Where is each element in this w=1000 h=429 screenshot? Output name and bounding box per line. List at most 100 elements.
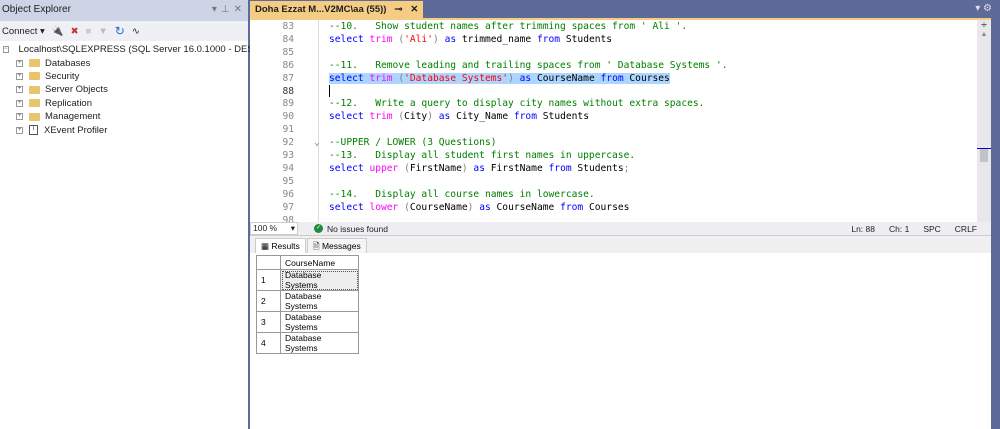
activity-monitor-icon[interactable]: ∿	[132, 26, 140, 37]
table-row[interactable]: 3Database Systems	[257, 312, 359, 333]
expand-icon[interactable]: +	[16, 73, 23, 80]
scroll-thumb[interactable]	[980, 148, 988, 162]
results-pane: ▦ Results 🗎 Messages CourseName 1Databas…	[250, 235, 991, 429]
row-number[interactable]: 1	[257, 270, 281, 291]
table-row[interactable]: 2Database Systems	[257, 291, 359, 312]
code-token: ;	[624, 163, 630, 174]
expand-icon[interactable]: +	[16, 60, 23, 67]
line-number: 84	[268, 34, 294, 45]
tree-node-server[interactable]: − Localhost\SQLEXPRESS (SQL Server 16.0.…	[0, 43, 248, 56]
results-grid[interactable]: CourseName 1Database Systems2Database Sy…	[256, 255, 359, 354]
split-icon[interactable]: ÷	[977, 20, 991, 31]
line-number: 86	[268, 60, 294, 71]
line-number: 93	[268, 150, 294, 161]
tree-node[interactable]: +ǀXEvent Profiler	[0, 123, 248, 136]
code-line: 83--10. Show student names after trimmin…	[250, 21, 980, 34]
row-number[interactable]: 2	[257, 291, 281, 312]
code-token: --UPPER / LOWER (3 Questions)	[329, 137, 497, 148]
tree-node[interactable]: +Management	[0, 110, 248, 123]
code-token: 'Ali'	[404, 34, 433, 45]
refresh-icon[interactable]: ↻	[115, 24, 125, 38]
scroll-up-arrow[interactable]: ▲	[977, 31, 991, 38]
code-token: --10. Show student names after trimming …	[329, 21, 687, 32]
disconnect-icon[interactable]: ✖	[71, 26, 79, 37]
code-text: --13. Display all student first names in…	[329, 150, 635, 161]
cell-coursename[interactable]: Database Systems	[281, 312, 359, 333]
document-tab-bar: Doha Ezzat M...V2MC\aa (55)) ⊸ ✕ ▾ ⚙	[250, 0, 1000, 18]
line-number: 92	[268, 137, 294, 148]
code-token: Courses	[629, 73, 669, 84]
tab-messages[interactable]: 🗎 Messages	[307, 238, 367, 253]
whitespace-mode: SPC	[923, 224, 940, 234]
folder-icon	[29, 113, 40, 121]
code-token: trimmed_name	[462, 34, 537, 45]
issues-status[interactable]: No issues found	[327, 224, 388, 234]
table-row[interactable]: 1Database Systems	[257, 270, 359, 291]
code-token: from	[514, 111, 543, 122]
code-token: )	[508, 73, 520, 84]
code-token: select	[329, 34, 369, 45]
object-explorer: Object Explorer ▾⊥✕ Connect ▾ 🔌 ✖ ■ ▼ ↻ …	[0, 0, 248, 429]
code-line: 92 ⌄ --UPPER / LOWER (3 Questions)	[250, 137, 980, 150]
results-tabs: ▦ Results 🗎 Messages	[250, 236, 991, 253]
expand-icon[interactable]: +	[16, 100, 23, 107]
code-text: select trim ('Database Systems') as Cour…	[329, 73, 670, 84]
line-number: 88	[268, 86, 294, 97]
code-token: Students	[577, 163, 623, 174]
panel-controls[interactable]: ▾⊥✕	[212, 4, 246, 17]
tab-results[interactable]: ▦ Results	[255, 238, 306, 253]
object-explorer-title-bar: Object Explorer ▾⊥✕	[0, 0, 248, 21]
close-tab-icon[interactable]: ✕	[410, 4, 418, 15]
expand-icon[interactable]: +	[16, 127, 23, 134]
code-token: CourseName	[410, 202, 468, 213]
query-tab[interactable]: Doha Ezzat M...V2MC\aa (55)) ⊸ ✕	[250, 1, 423, 18]
code-line: 90 select trim (City) as City_Name from S…	[250, 111, 980, 124]
cell-coursename[interactable]: Database Systems	[281, 333, 359, 354]
code-token: from	[537, 34, 566, 45]
connect-button[interactable]: Connect ▾	[2, 26, 45, 37]
table-row[interactable]: 4Database Systems	[257, 333, 359, 354]
column-number: Ch: 1	[889, 224, 909, 234]
code-line: 89--12. Write a query to display city na…	[250, 98, 980, 111]
code-token: as	[473, 163, 490, 174]
code-line: 96--14. Display all course names in lowe…	[250, 189, 980, 202]
fold-icon[interactable]: ⌄	[314, 137, 320, 148]
code-token: Courses	[589, 202, 629, 213]
collapse-icon[interactable]: −	[3, 46, 9, 53]
expand-icon[interactable]: +	[16, 86, 23, 93]
code-token: )	[433, 34, 445, 45]
code-token: FirstName	[410, 163, 462, 174]
cell-coursename[interactable]: Database Systems	[281, 291, 359, 312]
line-number: 90	[268, 111, 294, 122]
column-header[interactable]: CourseName	[281, 256, 359, 270]
code-token: upper	[369, 163, 404, 174]
tree-node[interactable]: +Databases	[0, 56, 248, 69]
code-line: 85	[250, 47, 980, 60]
editor-status-bar: 100 %▾ ✓ No issues found Ln: 88 Ch: 1 SP…	[250, 222, 991, 235]
tab-overflow-icon[interactable]: ▾ ⚙	[975, 3, 1000, 18]
code-line: 95	[250, 176, 980, 189]
cell-coursename[interactable]: Database Systems	[281, 270, 359, 291]
text-cursor	[329, 85, 330, 97]
code-token: --14. Display all course names in lowerc…	[329, 189, 595, 200]
code-editor[interactable]: 83--10. Show student names after trimmin…	[250, 18, 991, 222]
code-line: 88	[250, 86, 980, 99]
row-number[interactable]: 3	[257, 312, 281, 333]
code-token: select	[329, 163, 369, 174]
pin-icon[interactable]: ⊸	[394, 4, 402, 15]
line-number: 89	[268, 98, 294, 109]
object-explorer-title: Object Explorer	[2, 4, 71, 17]
tree-node[interactable]: +Security	[0, 70, 248, 83]
row-number[interactable]: 4	[257, 333, 281, 354]
code-text: --11. Remove leading and trailing spaces…	[329, 60, 728, 71]
code-token: --13. Display all student first names in…	[329, 150, 635, 161]
tree-node[interactable]: +Server Objects	[0, 83, 248, 96]
code-text: select trim (City) as City_Name from Stu…	[329, 111, 589, 122]
code-token: 'Database Systems'	[404, 73, 508, 84]
vertical-scrollbar[interactable]: ÷ ▲	[977, 20, 991, 222]
code-text: --14. Display all course names in lowerc…	[329, 189, 595, 200]
tree-node[interactable]: +Replication	[0, 97, 248, 110]
connect-icon[interactable]: 🔌	[52, 26, 64, 37]
zoom-select[interactable]: 100 %▾	[250, 222, 298, 235]
expand-icon[interactable]: +	[16, 113, 23, 120]
